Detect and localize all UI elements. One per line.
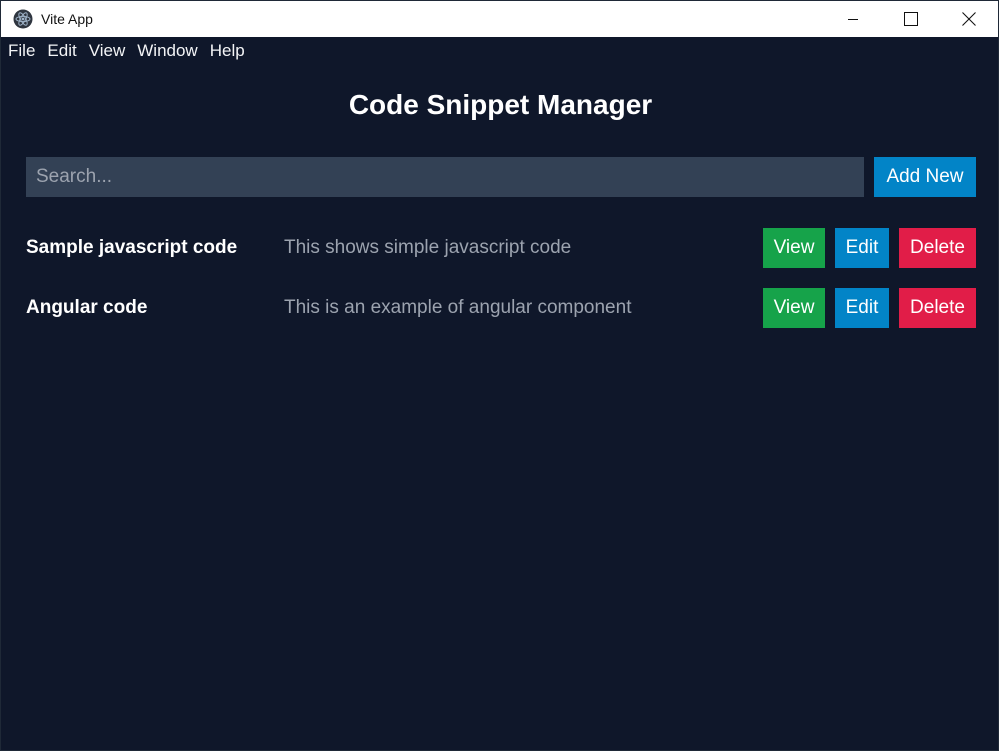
snippet-description: This is an example of angular component xyxy=(284,297,632,318)
menu-bar: File Edit View Window Help xyxy=(1,37,998,65)
window-controls xyxy=(824,1,998,37)
edit-button[interactable]: Edit xyxy=(835,288,889,328)
page-title: Code Snippet Manager xyxy=(348,89,653,120)
minimize-button[interactable] xyxy=(824,1,882,37)
close-icon xyxy=(962,12,976,26)
menu-help[interactable]: Help xyxy=(210,41,245,61)
menu-edit[interactable]: Edit xyxy=(47,41,76,61)
edit-button[interactable]: Edit xyxy=(835,228,889,268)
menu-window[interactable]: Window xyxy=(137,41,197,61)
snippet-title: Sample javascript code xyxy=(26,237,238,258)
maximize-icon xyxy=(904,12,918,26)
menu-file[interactable]: File xyxy=(8,41,35,61)
add-new-button[interactable]: Add New xyxy=(874,157,976,197)
app-window: Vite App File Edit View Window Help Code… xyxy=(0,0,999,751)
window-title: Vite App xyxy=(41,11,93,27)
view-button[interactable]: View xyxy=(763,288,825,328)
snippet-title: Angular code xyxy=(26,297,148,318)
maximize-button[interactable] xyxy=(882,1,940,37)
delete-button[interactable]: Delete xyxy=(899,228,976,268)
delete-button[interactable]: Delete xyxy=(899,288,976,328)
close-button[interactable] xyxy=(940,1,998,37)
snippet-description: This shows simple javascript code xyxy=(284,237,572,258)
search-input[interactable] xyxy=(26,157,864,197)
menu-view[interactable]: View xyxy=(89,41,126,61)
view-button[interactable]: View xyxy=(763,228,825,268)
snippet-row: Angular code This is an example of angul… xyxy=(26,288,976,328)
minimize-icon xyxy=(848,19,858,20)
title-bar[interactable]: Vite App xyxy=(1,1,998,37)
snippet-row: Sample javascript code This shows simple… xyxy=(26,228,976,268)
electron-app-icon xyxy=(13,9,33,29)
